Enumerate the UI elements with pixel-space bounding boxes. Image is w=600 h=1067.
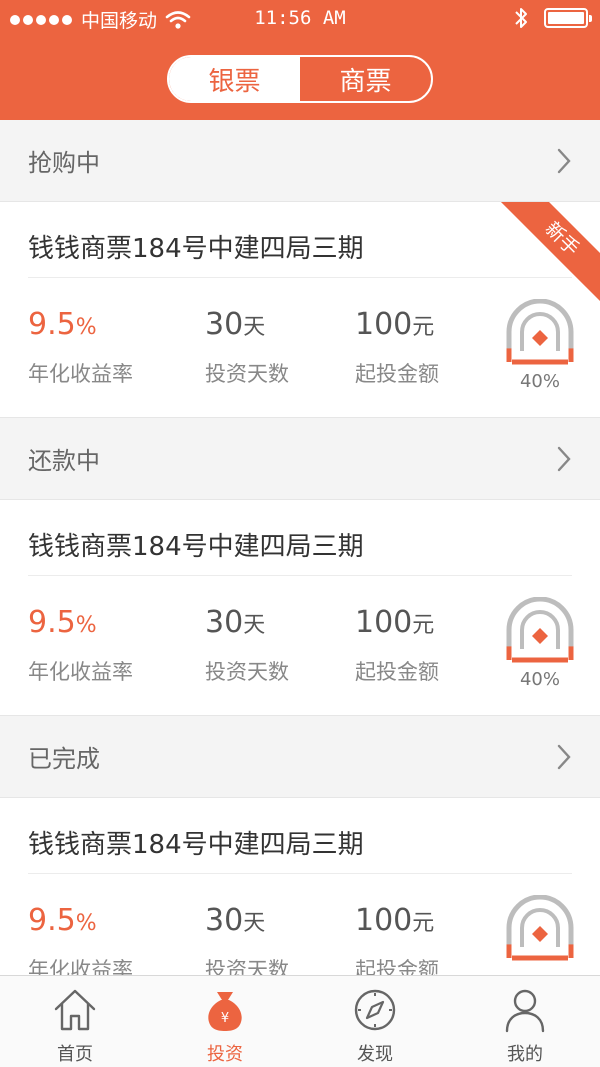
progress-percent: 40% — [519, 371, 560, 392]
money-bag-icon: ¥ — [208, 992, 242, 1031]
rate-label: 年化收益率 — [28, 362, 133, 386]
gauge-inner-arc — [520, 312, 560, 333]
tab-mine[interactable]: 我的 — [450, 976, 600, 1067]
annual-rate: 9.5% 年化收益率 — [28, 605, 133, 686]
investment-list[interactable]: 抢购中 钱钱商票184号中建四局三期 新手 9.5% 年化收益率 30天 投资天… — [0, 120, 600, 975]
rate-label: 年化收益率 — [28, 958, 133, 975]
gauge-diamond — [532, 628, 548, 644]
rate-value: 9.5 — [28, 903, 76, 938]
battery-icon — [544, 8, 592, 28]
tab-label: 我的 — [507, 1044, 543, 1065]
rate-value: 9.5 — [28, 307, 76, 342]
status-bar: 中国移动 11:56 AM — [0, 0, 600, 40]
progress-percent: 40% — [519, 669, 560, 690]
section-header-completed[interactable]: 已完成 — [0, 716, 600, 798]
section-title: 还款中 — [28, 447, 100, 475]
days-label: 投资天数 — [205, 660, 289, 684]
section-title: 抢购中 — [28, 149, 100, 177]
min-investment: 100元 起投金额 — [355, 903, 439, 975]
invest-days: 30天 投资天数 — [205, 903, 289, 975]
divider — [28, 277, 572, 278]
days-value: 30 — [205, 307, 244, 342]
rate-label: 年化收益率 — [28, 660, 133, 684]
section-header-buying[interactable]: 抢购中 — [0, 120, 600, 202]
progress-gauge: 40% — [504, 596, 576, 690]
rate-unit: % — [75, 613, 97, 638]
rate-value: 9.5 — [28, 605, 76, 640]
min-label: 起投金额 — [355, 958, 439, 975]
min-value: 100 — [355, 307, 413, 342]
days-unit: 天 — [243, 911, 266, 936]
section-title: 已完成 — [28, 745, 100, 773]
user-icon — [505, 989, 545, 1033]
ticket-type-segment: 银票 商票 — [167, 55, 433, 103]
rate-unit: % — [75, 315, 97, 340]
product-card[interactable]: 钱钱商票184号中建四局三期 9.5% 年化收益率 30天 投资天数 100元 … — [0, 798, 600, 975]
product-title: 钱钱商票184号中建四局三期 — [28, 830, 364, 860]
min-value: 100 — [355, 605, 413, 640]
segment-bank-ticket[interactable]: 银票 — [169, 57, 300, 101]
product-card[interactable]: 钱钱商票184号中建四局三期 9.5% 年化收益率 30天 投资天数 100元 … — [0, 500, 600, 716]
divider — [28, 575, 572, 576]
tab-discover[interactable]: 发现 — [300, 976, 450, 1067]
tab-label: 发现 — [357, 1044, 393, 1065]
gauge-diamond — [532, 926, 548, 942]
gauge-inner-arc — [520, 908, 560, 929]
product-card[interactable]: 钱钱商票184号中建四局三期 新手 9.5% 年化收益率 30天 投资天数 10… — [0, 202, 600, 418]
min-investment: 100元 起投金额 — [355, 605, 439, 686]
min-value: 100 — [355, 903, 413, 938]
new-user-ribbon: 新手 — [500, 202, 600, 302]
invest-days: 30天 投资天数 — [205, 605, 289, 686]
compass-icon — [354, 989, 396, 1031]
chevron-right-icon — [557, 744, 571, 769]
progress-gauge: 40% — [504, 298, 576, 392]
days-label: 投资天数 — [205, 362, 289, 386]
min-investment: 100元 起投金额 — [355, 307, 439, 388]
gauge-inner-arc — [520, 610, 560, 631]
min-label: 起投金额 — [355, 362, 439, 386]
days-unit: 天 — [243, 315, 266, 340]
days-label: 投资天数 — [205, 958, 289, 975]
chevron-right-icon — [557, 446, 571, 471]
gauge-diamond — [532, 330, 548, 346]
chevron-right-icon — [557, 148, 571, 173]
section-header-repaying[interactable]: 还款中 — [0, 418, 600, 500]
divider — [28, 873, 572, 874]
ribbon-label: 新手 — [500, 202, 600, 302]
bluetooth-icon — [515, 8, 527, 28]
days-unit: 天 — [243, 613, 266, 638]
svg-text:¥: ¥ — [221, 1011, 229, 1026]
tab-home[interactable]: 首页 — [0, 976, 150, 1067]
tab-invest[interactable]: ¥ 投资 — [150, 976, 300, 1067]
tab-label: 首页 — [57, 1044, 93, 1065]
product-title: 钱钱商票184号中建四局三期 — [28, 532, 364, 562]
bottom-tab-bar: 首页 ¥ 投资 发现 我的 — [0, 975, 600, 1067]
min-unit: 元 — [412, 315, 435, 340]
min-unit: 元 — [412, 613, 435, 638]
header: 中国移动 11:56 AM 银票 商票 — [0, 0, 600, 120]
min-label: 起投金额 — [355, 660, 439, 684]
days-value: 30 — [205, 903, 244, 938]
progress-gauge — [504, 894, 576, 965]
product-title: 钱钱商票184号中建四局三期 — [28, 234, 364, 264]
home-icon — [54, 989, 96, 1031]
invest-days: 30天 投资天数 — [205, 307, 289, 388]
min-unit: 元 — [412, 911, 435, 936]
tab-label: 投资 — [207, 1044, 243, 1065]
status-time: 11:56 AM — [254, 7, 346, 29]
segment-commercial-ticket[interactable]: 商票 — [300, 57, 431, 101]
annual-rate: 9.5% 年化收益率 — [28, 307, 133, 388]
annual-rate: 9.5% 年化收益率 — [28, 903, 133, 975]
days-value: 30 — [205, 605, 244, 640]
rate-unit: % — [75, 911, 97, 936]
